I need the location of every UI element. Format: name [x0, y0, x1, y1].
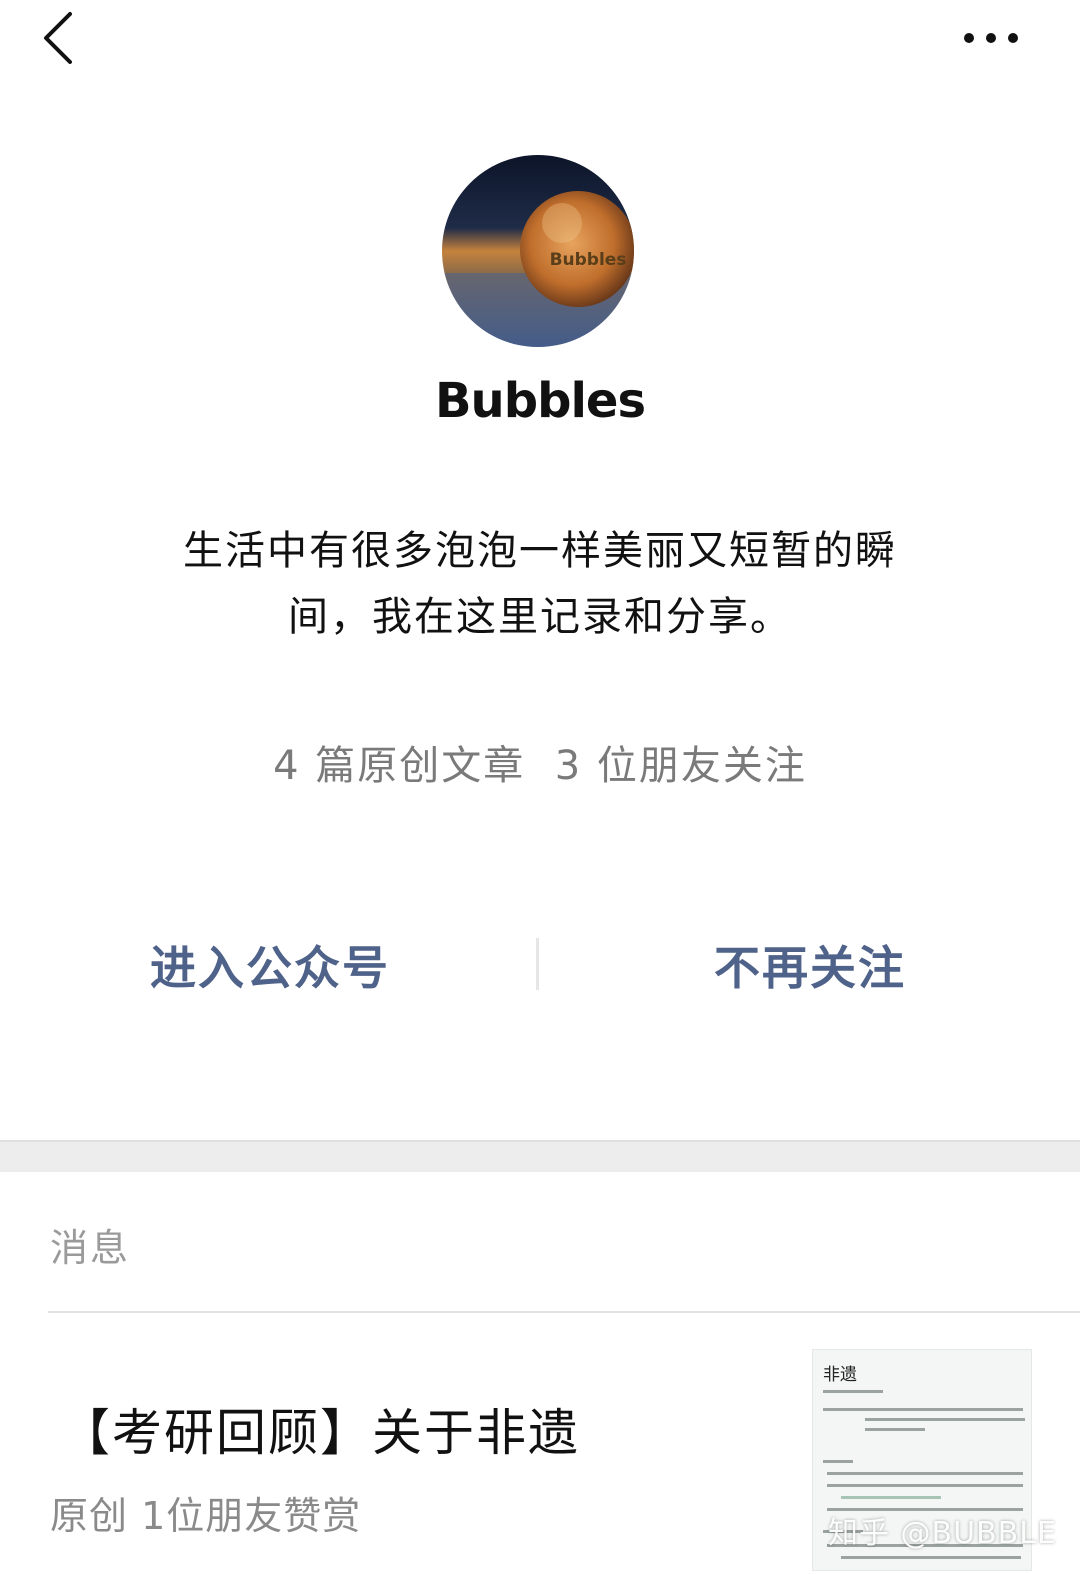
account-stats[interactable]: 4 篇原创文章 3 位朋友关注 [0, 733, 1080, 791]
avatar-text: Bubbles [550, 250, 627, 270]
more-options-button[interactable] [955, 20, 1030, 56]
top-bar [0, 0, 1080, 80]
messages-section-title: 消息 [50, 1226, 131, 1270]
chevron-left-icon [44, 12, 72, 64]
avatar[interactable]: Bubbles [442, 155, 634, 347]
section-separator [0, 1140, 1080, 1172]
enter-account-button[interactable]: 进入公众号 [120, 932, 420, 1004]
action-divider [536, 938, 539, 990]
account-name: Bubbles [434, 373, 646, 429]
bubble-avatar-image: Bubbles [442, 155, 634, 347]
back-button[interactable] [36, 8, 86, 68]
article-meta: 原创 1位朋友赞赏 [50, 1494, 362, 1538]
unfollow-button[interactable]: 不再关注 [660, 932, 960, 1004]
more-dots-icon [964, 33, 1018, 43]
thumbnail-title: 非遗 [823, 1365, 857, 1385]
zhihu-watermark: 知乎 @BUBBLE [828, 1516, 1057, 1551]
article-title: 【考研回顾】关于非遗 [60, 1404, 580, 1462]
account-bio: 生活中有很多泡泡一样美丽又短暂的瞬 间，我在这里记录和分享。 [150, 518, 930, 650]
bio-line: 间，我在这里记录和分享。 [288, 594, 792, 640]
bio-line: 生活中有很多泡泡一样美丽又短暂的瞬 [183, 528, 897, 574]
